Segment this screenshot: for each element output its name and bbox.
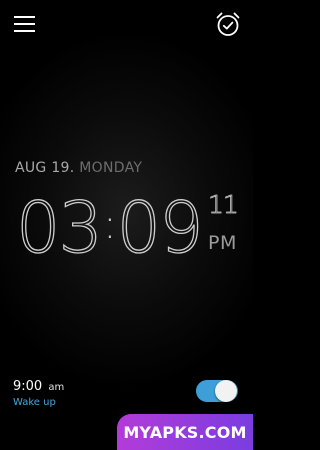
clock-time: 03:09 <box>15 182 204 271</box>
alarm-toggle[interactable] <box>196 380 238 402</box>
menu-button[interactable] <box>13 14 37 34</box>
alarm-time-value: 9:00 <box>13 379 43 394</box>
date-text: AUG 19. <box>15 160 75 176</box>
clock-minutes: 09 <box>116 186 204 269</box>
alarm-time: 9:00 am <box>13 379 64 394</box>
day-text: MONDAY <box>79 160 143 176</box>
alarm-item[interactable]: 9:00 am Wake up <box>0 368 253 416</box>
clock-screen: AUG 19. MONDAY 03:09 11 PM 9:00 am Wake … <box>0 0 253 450</box>
clock-seconds: 11 <box>208 190 240 220</box>
hamburger-menu-icon <box>14 16 35 32</box>
toggle-knob <box>215 380 237 402</box>
clock-colon: : <box>103 202 117 248</box>
alarms-button[interactable] <box>214 10 242 38</box>
alarm-ampm: am <box>48 382 65 393</box>
alarm-label: Wake up <box>13 397 56 408</box>
clock-hours: 03 <box>15 186 103 269</box>
alarm-clock-check-icon <box>216 12 240 36</box>
clock-ampm: PM <box>208 232 237 254</box>
watermark-text: MYAPKS.COM <box>123 422 247 442</box>
date-line: AUG 19. MONDAY <box>15 160 142 176</box>
watermark-banner: MYAPKS.COM <box>117 414 253 450</box>
